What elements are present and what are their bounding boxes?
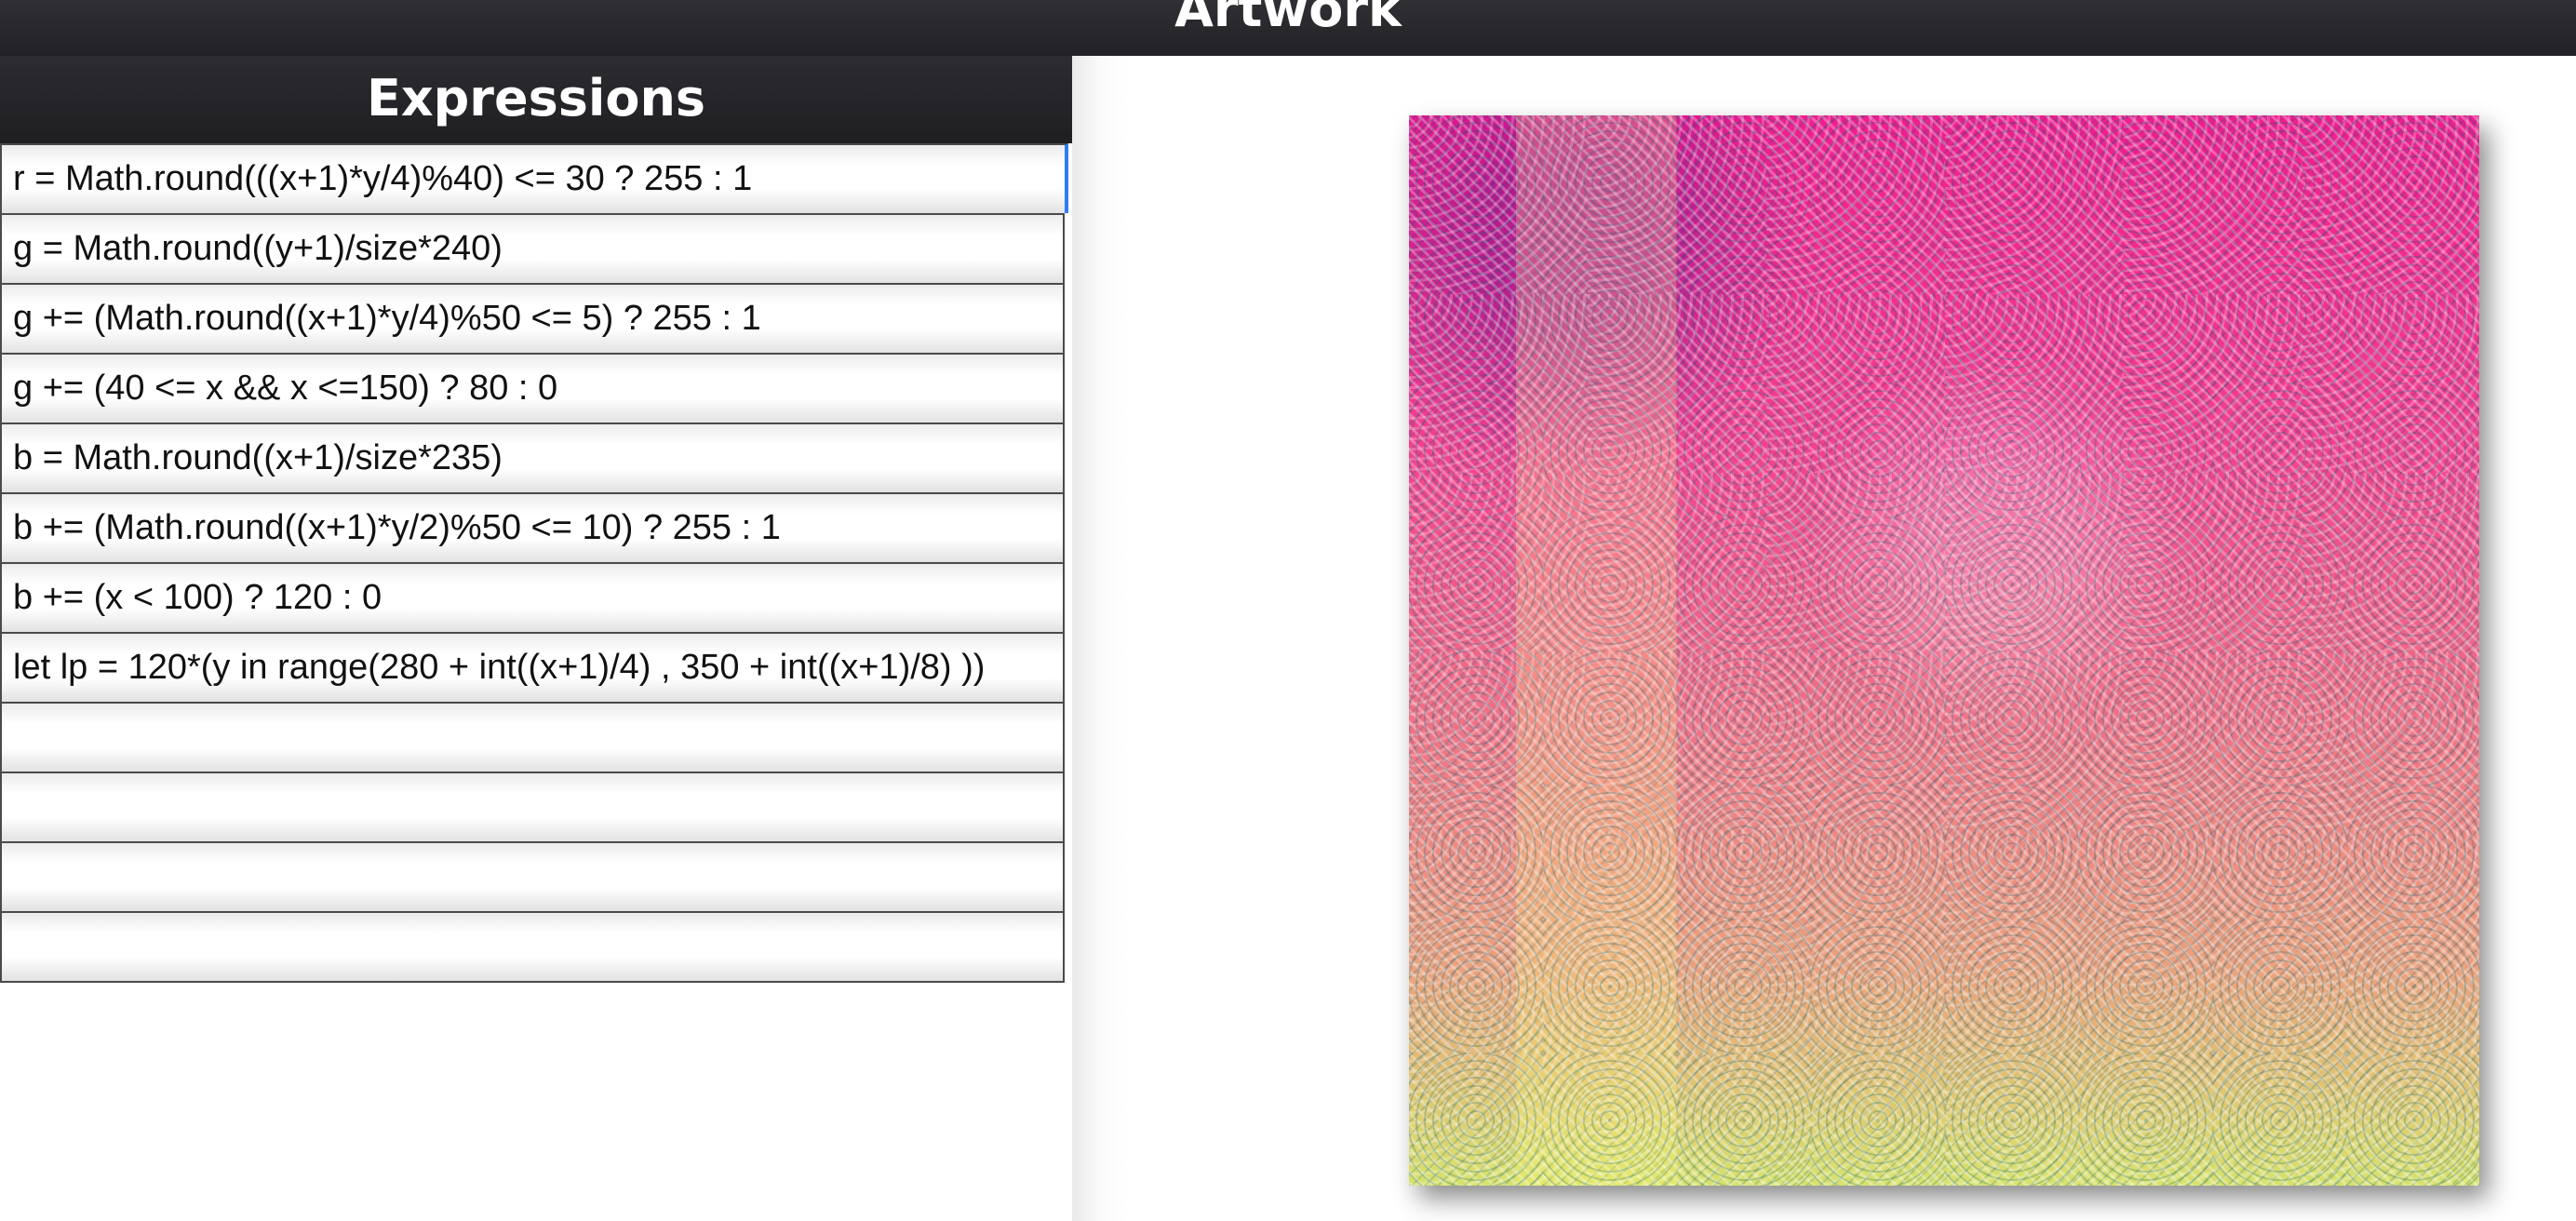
expression-row (0, 423, 1065, 492)
expression-row (0, 143, 1068, 213)
expression-input[interactable] (2, 424, 1063, 492)
expression-input[interactable] (2, 564, 1063, 632)
expressions-title: Expressions (366, 69, 706, 127)
expression-row (0, 283, 1065, 353)
expression-input[interactable] (2, 285, 1063, 353)
expressions-panel: Expressions (0, 56, 1072, 1221)
top-bar: Artwork (0, 0, 2576, 56)
expression-row (0, 702, 1065, 772)
expression-list (0, 143, 1068, 983)
expression-row (0, 492, 1065, 562)
expressions-header: Expressions (0, 56, 1072, 143)
expression-input[interactable] (2, 145, 1065, 213)
expression-row (0, 562, 1065, 632)
expression-input[interactable] (2, 634, 1063, 702)
expression-row (0, 353, 1065, 423)
artwork-panel (1072, 56, 2576, 1221)
expression-row (0, 772, 1065, 841)
expression-input[interactable] (2, 215, 1063, 283)
expression-row (0, 632, 1065, 702)
expression-input[interactable] (2, 843, 1063, 911)
app-title: Artwork (1174, 0, 1402, 38)
expression-input[interactable] (2, 355, 1063, 423)
expression-input[interactable] (2, 913, 1063, 981)
expression-row (0, 841, 1065, 911)
artwork-canvas (1409, 115, 2479, 1186)
expression-row (0, 911, 1065, 983)
expression-input[interactable] (2, 704, 1063, 772)
expression-row (0, 213, 1065, 283)
expression-input[interactable] (2, 494, 1063, 562)
expression-input[interactable] (2, 773, 1063, 841)
